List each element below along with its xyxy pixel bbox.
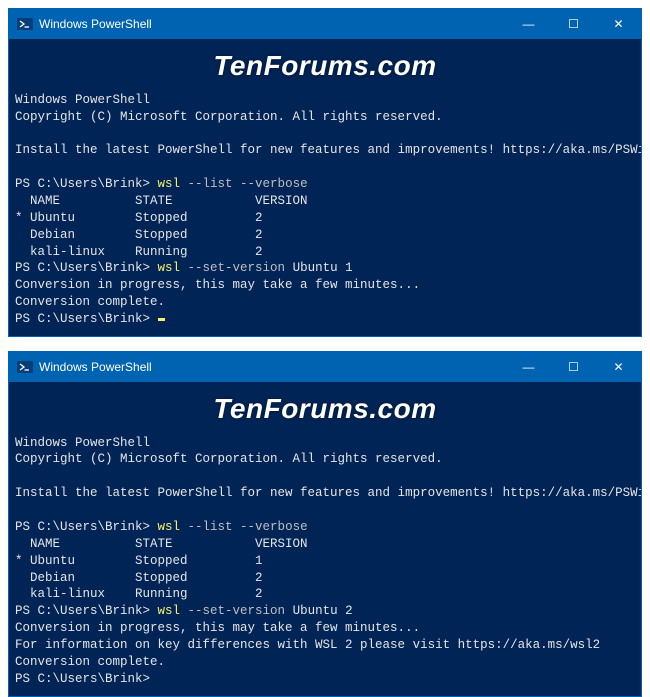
minimize-button[interactable]: — <box>506 9 551 39</box>
terminal-line <box>15 125 635 142</box>
titlebar[interactable]: Windows PowerShell — ☐ ✕ <box>9 352 641 382</box>
powershell-icon <box>17 16 33 32</box>
terminal-segment: PS C:\Users\Brink> <box>15 520 158 534</box>
terminal-segment: --set-version <box>188 261 293 275</box>
terminal-segment: wsl <box>158 261 188 275</box>
cursor <box>158 318 165 321</box>
watermark-text: TenForums.com <box>9 47 641 85</box>
terminal-segment: wsl <box>158 520 188 534</box>
terminal-segment: PS C:\Users\Brink> <box>15 312 158 326</box>
terminal-line: Install the latest PowerShell for new fe… <box>15 142 635 159</box>
terminal-line: Debian Stopped 2 <box>15 227 635 244</box>
powershell-icon <box>17 359 33 375</box>
terminal-line: Copyright (C) Microsoft Corporation. All… <box>15 451 635 468</box>
terminal-line: For information on key differences with … <box>15 637 635 654</box>
terminal-line: Install the latest PowerShell for new fe… <box>15 485 635 502</box>
terminal-line: PS C:\Users\Brink> wsl --list --verbose <box>15 176 635 193</box>
terminal-segment: wsl <box>158 604 188 618</box>
terminal-line: NAME STATE VERSION <box>15 193 635 210</box>
maximize-button[interactable]: ☐ <box>551 352 596 382</box>
terminal-line: Windows PowerShell <box>15 92 635 109</box>
terminal-line: Conversion in progress, this may take a … <box>15 620 635 637</box>
terminal-line: Conversion complete. <box>15 654 635 671</box>
terminal-line: Copyright (C) Microsoft Corporation. All… <box>15 109 635 126</box>
terminal-content[interactable]: TenForums.com Windows PowerShellCopyrigh… <box>9 39 641 336</box>
close-button[interactable]: ✕ <box>596 9 641 39</box>
terminal-line: * Ubuntu Stopped 1 <box>15 553 635 570</box>
terminal-line: PS C:\Users\Brink> <box>15 311 635 328</box>
terminal-line <box>15 502 635 519</box>
terminal-segment: --list --verbose <box>188 520 308 534</box>
terminal-line: NAME STATE VERSION <box>15 536 635 553</box>
window-controls: — ☐ ✕ <box>506 9 641 39</box>
watermark-text: TenForums.com <box>9 390 641 428</box>
window-title: Windows PowerShell <box>39 17 152 31</box>
terminal-line <box>15 468 635 485</box>
terminal-segment: Ubuntu 1 <box>293 261 353 275</box>
terminal-segment: wsl <box>158 177 188 191</box>
terminal-content[interactable]: TenForums.com Windows PowerShellCopyrigh… <box>9 382 641 696</box>
maximize-button[interactable]: ☐ <box>551 9 596 39</box>
minimize-button[interactable]: — <box>506 352 551 382</box>
terminal-segment: PS C:\Users\Brink> <box>15 672 158 686</box>
terminal-line: kali-linux Running 2 <box>15 586 635 603</box>
terminal-segment: --list --verbose <box>188 177 308 191</box>
titlebar[interactable]: Windows PowerShell — ☐ ✕ <box>9 9 641 39</box>
close-button[interactable]: ✕ <box>596 352 641 382</box>
terminal-segment: PS C:\Users\Brink> <box>15 261 158 275</box>
terminal-line: Debian Stopped 2 <box>15 570 635 587</box>
window-controls: — ☐ ✕ <box>506 352 641 382</box>
powershell-window-1: Windows PowerShell — ☐ ✕ TenForums.com W… <box>8 8 642 337</box>
terminal-line: Conversion in progress, this may take a … <box>15 277 635 294</box>
terminal-segment: PS C:\Users\Brink> <box>15 177 158 191</box>
terminal-line: PS C:\Users\Brink> wsl --set-version Ubu… <box>15 260 635 277</box>
terminal-line: Conversion complete. <box>15 294 635 311</box>
terminal-segment: --set-version <box>188 604 293 618</box>
terminal-line: kali-linux Running 2 <box>15 244 635 261</box>
terminal-segment: Ubuntu 2 <box>293 604 353 618</box>
terminal-line: PS C:\Users\Brink> wsl --list --verbose <box>15 519 635 536</box>
terminal-line: PS C:\Users\Brink> wsl --set-version Ubu… <box>15 603 635 620</box>
terminal-line: * Ubuntu Stopped 2 <box>15 210 635 227</box>
powershell-window-2: Windows PowerShell — ☐ ✕ TenForums.com W… <box>8 351 642 697</box>
terminal-line: Windows PowerShell <box>15 435 635 452</box>
terminal-line <box>15 159 635 176</box>
terminal-line: PS C:\Users\Brink> <box>15 671 635 688</box>
window-title: Windows PowerShell <box>39 360 152 374</box>
terminal-segment: PS C:\Users\Brink> <box>15 604 158 618</box>
